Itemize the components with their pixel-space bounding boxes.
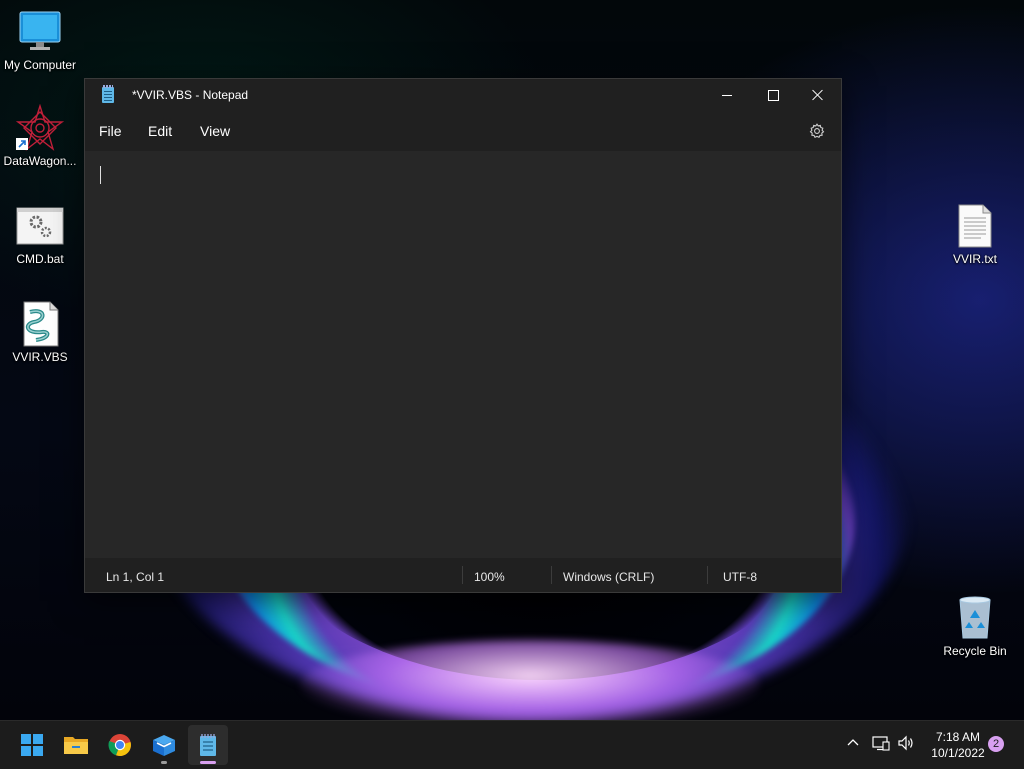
desktop-icon-label: VVIR.VBS — [12, 350, 68, 364]
folder-icon — [64, 737, 88, 754]
wallpaper-bloom-glow — [300, 640, 760, 720]
clock-date: 10/1/2022 — [931, 746, 985, 760]
clock[interactable]: 7:18 AM 10/1/2022 — [928, 729, 988, 761]
notepad-icon — [200, 734, 216, 756]
active-indicator — [200, 761, 216, 764]
menu-edit[interactable]: Edit — [148, 123, 172, 139]
text-file-icon — [951, 202, 999, 250]
status-line-endings[interactable]: Windows (CRLF) — [563, 570, 654, 584]
network-icon[interactable] — [872, 735, 890, 756]
menu-view[interactable]: View — [200, 123, 230, 139]
recycle-bin-icon — [951, 594, 999, 642]
taskbar-file-explorer[interactable] — [56, 725, 96, 765]
status-cursor-position: Ln 1, Col 1 — [106, 570, 165, 584]
status-bar: Ln 1, Col 1 100% Windows (CRLF) UTF-8 — [85, 558, 841, 592]
menu-bar: File Edit View — [85, 111, 841, 151]
running-indicator — [161, 761, 167, 764]
volume-icon[interactable] — [897, 735, 915, 756]
notepad-app-icon — [102, 85, 114, 103]
vbs-script-icon — [16, 300, 64, 348]
batch-file-icon — [16, 202, 64, 250]
show-hidden-icons-chevron-icon[interactable] — [846, 735, 860, 754]
start-button[interactable] — [12, 725, 52, 765]
title-bar[interactable]: *VVIR.VBS - Notepad — [85, 79, 841, 111]
desktop-icon-recycle-bin[interactable]: Recycle Bin — [935, 594, 1015, 658]
window-title: *VVIR.VBS - Notepad — [132, 88, 249, 102]
app-box-icon — [153, 735, 175, 756]
desktop-icon-label: DataWagon... — [3, 154, 77, 168]
status-divider — [462, 566, 463, 584]
clock-time: 7:18 AM — [935, 730, 981, 744]
close-icon — [812, 89, 824, 101]
status-divider — [551, 566, 552, 584]
desktop-icon-label: VVIR.txt — [952, 252, 997, 266]
minimize-icon — [722, 94, 732, 96]
maximize-button[interactable] — [750, 79, 796, 111]
chrome-icon — [108, 734, 131, 757]
status-divider — [707, 566, 708, 584]
desktop-icon-vvir-txt[interactable]: VVIR.txt — [935, 202, 1015, 266]
star-shortcut-icon — [15, 103, 65, 152]
text-editor[interactable] — [85, 151, 841, 558]
settings-gear-icon[interactable] — [809, 123, 825, 139]
taskbar: 7:18 AM 10/1/2022 — [0, 720, 1024, 769]
desktop-icon-label: CMD.bat — [16, 252, 64, 266]
maximize-icon — [767, 89, 779, 101]
desktop-icon-cmd-bat[interactable]: CMD.bat — [0, 202, 80, 266]
status-zoom[interactable]: 100% — [474, 570, 505, 584]
menu-file[interactable]: File — [99, 123, 122, 139]
desktop-icon-datawagon[interactable]: DataWagon... — [0, 103, 80, 168]
windows-logo-icon — [21, 734, 43, 756]
desktop-icon-label: Recycle Bin — [943, 644, 1007, 658]
monitor-icon — [16, 8, 64, 56]
taskbar-app[interactable] — [144, 725, 184, 765]
notepad-window[interactable]: *VVIR.VBS - Notepad File Edit View Ln 1,… — [84, 78, 842, 593]
text-caret — [100, 166, 101, 184]
desktop-icon-vvir-vbs[interactable]: VVIR.VBS — [0, 300, 80, 364]
status-encoding[interactable]: UTF-8 — [723, 570, 757, 584]
desktop-icon-label: My Computer — [3, 58, 77, 72]
notification-badge[interactable]: 2 — [988, 736, 1004, 752]
taskbar-notepad[interactable] — [188, 725, 228, 765]
close-button[interactable] — [795, 79, 841, 111]
desktop-icon-my-computer[interactable]: My Computer — [0, 8, 80, 72]
taskbar-chrome[interactable] — [100, 725, 140, 765]
minimize-button[interactable] — [704, 79, 750, 111]
